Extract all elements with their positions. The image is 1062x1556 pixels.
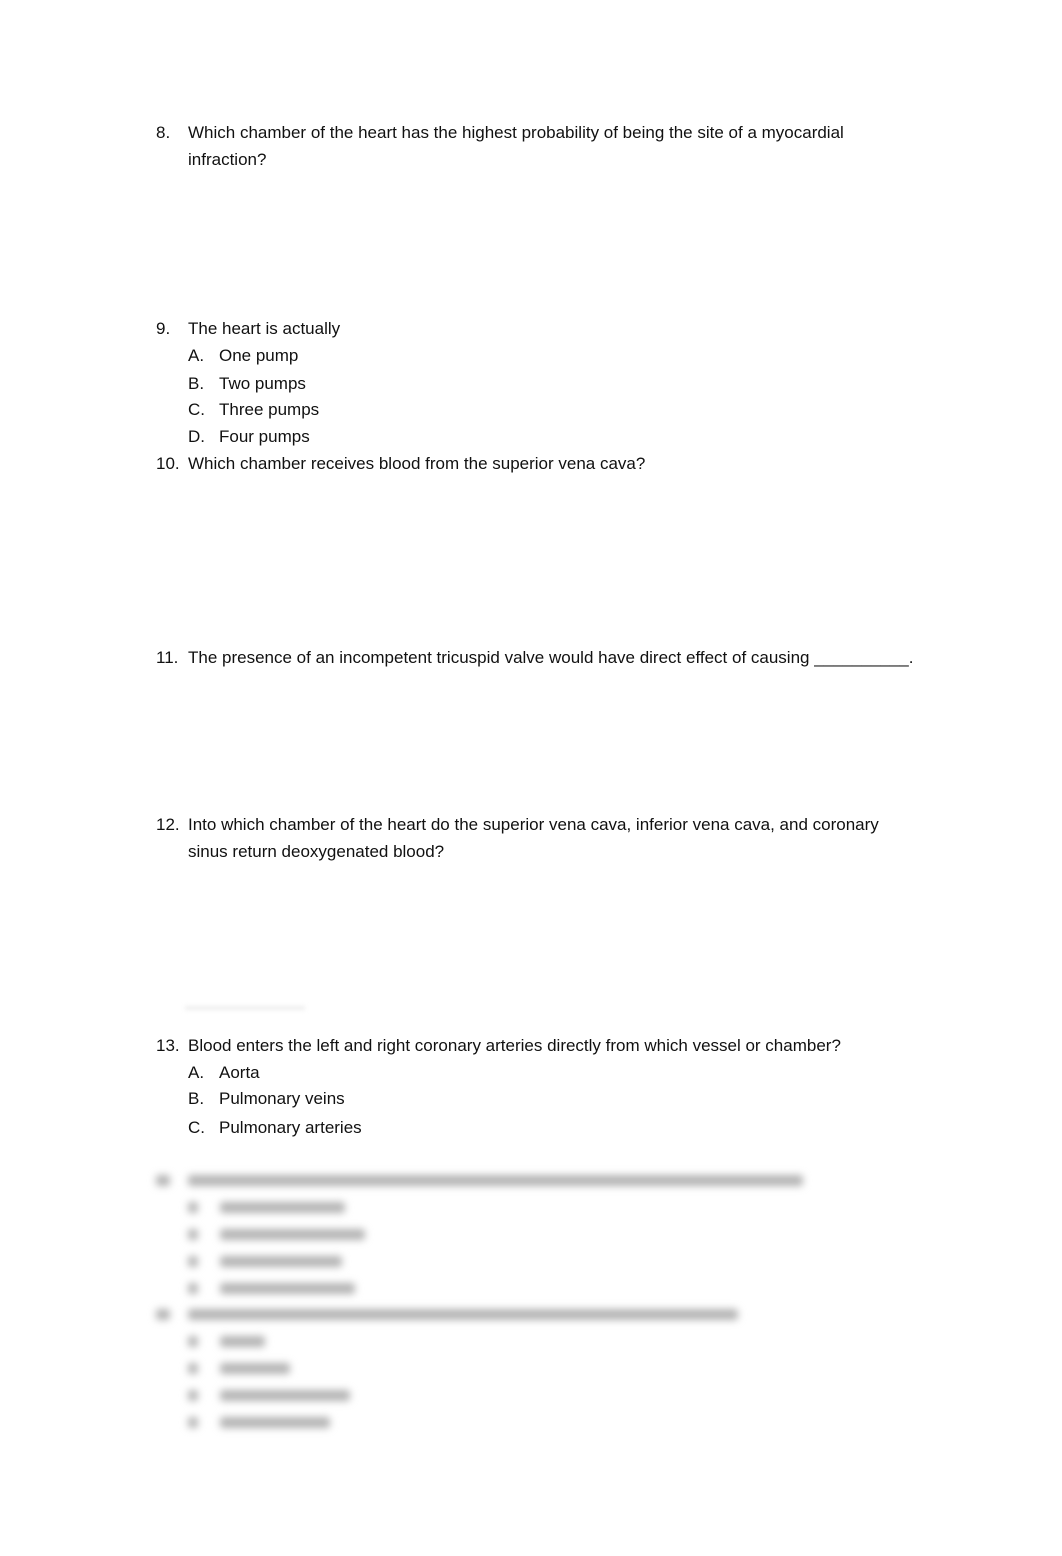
question-text: The heart is actually xyxy=(188,319,341,338)
option-letter: B. xyxy=(188,374,205,393)
question-9: 9. The heart is actually xyxy=(156,315,896,342)
blurred-option xyxy=(220,1390,350,1401)
option-letter: A. xyxy=(188,1063,205,1082)
question-text: The presence of an incompetent tricuspid… xyxy=(188,648,914,667)
option-letter: B. xyxy=(188,1089,205,1108)
question-number: 13. xyxy=(156,1036,180,1055)
option-text: Aorta xyxy=(219,1063,260,1082)
option-text: Three pumps xyxy=(219,400,320,419)
option-letter: C. xyxy=(188,400,205,419)
question-number: 9. xyxy=(156,319,171,338)
blurred-question-15 xyxy=(188,1309,738,1320)
question-12: 12. Into which chamber of the heart do t… xyxy=(156,811,911,865)
option-13c: C. Pulmonary arteries xyxy=(188,1114,362,1141)
option-text: Two pumps xyxy=(219,374,306,393)
question-text: Blood enters the left and right coronary… xyxy=(188,1036,841,1055)
option-text: One pump xyxy=(219,346,299,365)
blurred-question-14 xyxy=(188,1175,803,1186)
blurred-option xyxy=(220,1256,342,1267)
blurred-letter xyxy=(188,1336,198,1347)
question-text: Which chamber receives blood from the su… xyxy=(188,454,646,473)
question-number: 10. xyxy=(156,454,180,473)
question-number: 11. xyxy=(156,648,179,667)
question-number: 12. xyxy=(156,815,180,834)
question-text: Into which chamber of the heart do the s… xyxy=(188,815,879,861)
blurred-option xyxy=(220,1363,290,1374)
blurred-number xyxy=(156,1175,170,1186)
option-text: Four pumps xyxy=(219,427,310,446)
blurred-option xyxy=(220,1336,265,1347)
option-letter: A. xyxy=(188,346,205,365)
blurred-number xyxy=(156,1309,170,1320)
option-9a: A. One pump xyxy=(188,342,298,369)
blurred-option xyxy=(220,1417,330,1428)
blurred-letter xyxy=(188,1363,198,1374)
option-text: Pulmonary arteries xyxy=(219,1118,362,1137)
option-9c: C. Three pumps xyxy=(188,396,319,423)
option-13b: B. Pulmonary veins xyxy=(188,1085,345,1112)
question-number: 8. xyxy=(156,123,171,142)
option-letter: C. xyxy=(188,1118,205,1137)
blurred-content xyxy=(150,1165,830,1445)
question-11: 11. The presence of an incompetent tricu… xyxy=(156,644,956,671)
question-8: 8. Which chamber of the heart has the hi… xyxy=(156,119,896,173)
option-letter: D. xyxy=(188,427,205,446)
blurred-option xyxy=(220,1202,345,1213)
question-10: 10. Which chamber receives blood from th… xyxy=(156,450,896,477)
blurred-letter xyxy=(188,1202,198,1213)
blurred-option xyxy=(220,1283,355,1294)
option-9b: B. Two pumps xyxy=(188,370,306,397)
question-text: Which chamber of the heart has the highe… xyxy=(188,123,844,169)
question-13: 13. Blood enters the left and right coro… xyxy=(156,1032,916,1059)
blurred-letter xyxy=(188,1229,198,1240)
faint-smudge xyxy=(185,1006,305,1010)
option-13a: A. Aorta xyxy=(188,1059,260,1086)
blurred-letter xyxy=(188,1256,198,1267)
option-text: Pulmonary veins xyxy=(219,1089,345,1108)
blurred-letter xyxy=(188,1417,198,1428)
blurred-letter xyxy=(188,1283,198,1294)
blurred-letter xyxy=(188,1390,198,1401)
option-9d: D. Four pumps xyxy=(188,423,310,450)
blurred-option xyxy=(220,1229,365,1240)
